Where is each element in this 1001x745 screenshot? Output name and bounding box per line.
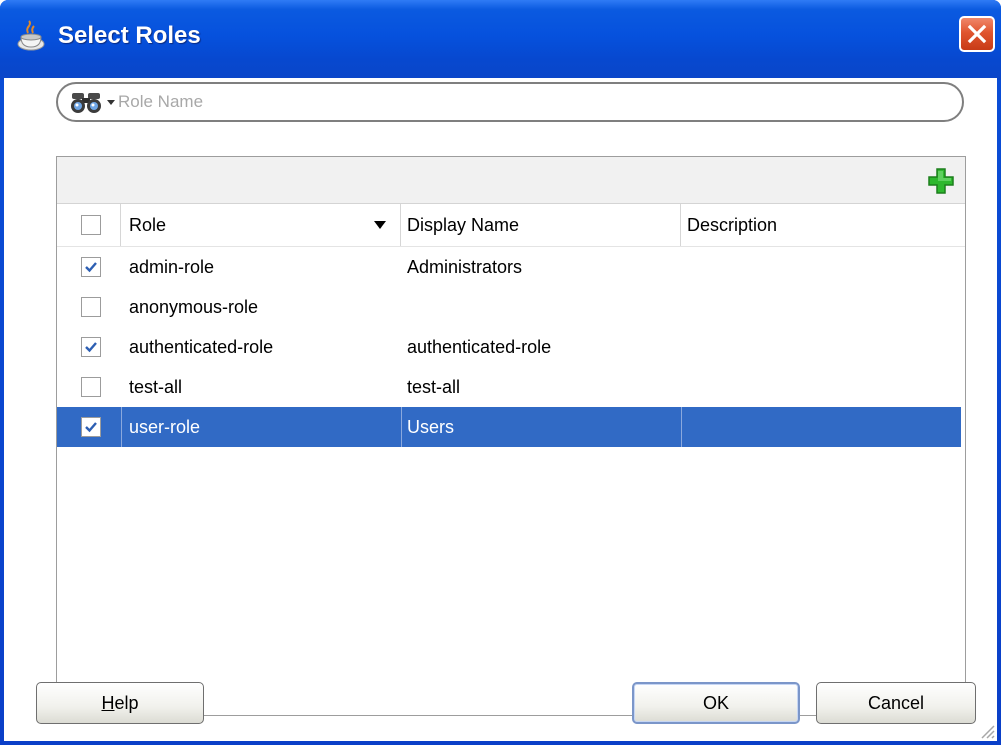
- dialog-title: Select Roles: [58, 22, 201, 49]
- row-checkbox[interactable]: [81, 257, 101, 277]
- close-icon: [967, 24, 987, 44]
- select-all-checkbox[interactable]: [81, 215, 101, 235]
- column-header-description[interactable]: Description: [681, 204, 965, 246]
- row-checkbox[interactable]: [81, 377, 101, 397]
- display-name-cell: authenticated-role: [407, 337, 552, 357]
- close-button[interactable]: [959, 16, 995, 52]
- column-header-role-label: Role: [129, 215, 167, 235]
- table-row[interactable]: user-role Users: [57, 407, 961, 447]
- row-checkbox[interactable]: [81, 297, 101, 317]
- cancel-button[interactable]: Cancel: [816, 682, 976, 724]
- role-cell: admin-role: [129, 257, 215, 277]
- binoculars-icon: [71, 93, 101, 113]
- description-cell: [687, 367, 961, 407]
- role-cell: test-all: [129, 377, 183, 397]
- search-options-button[interactable]: [70, 89, 116, 115]
- table-row[interactable]: authenticated-role authenticated-role: [57, 327, 961, 367]
- column-header-role[interactable]: Role: [121, 204, 401, 246]
- checkmark-icon: [85, 422, 97, 433]
- row-checkbox[interactable]: [81, 337, 101, 357]
- table-toolbar: [57, 157, 965, 204]
- table-row[interactable]: admin-role Administrators: [57, 247, 961, 287]
- role-cell: authenticated-role: [129, 337, 274, 357]
- description-cell: [687, 247, 961, 287]
- table-row[interactable]: anonymous-role: [57, 287, 961, 327]
- display-name-cell: Administrators: [407, 257, 523, 277]
- table-header: Role Display Name Description: [57, 204, 965, 247]
- column-header-description-label: Description: [687, 215, 778, 235]
- help-button[interactable]: Help: [36, 682, 204, 724]
- display-name-cell: [407, 287, 681, 327]
- description-cell: [687, 287, 961, 327]
- search-input[interactable]: [118, 88, 938, 116]
- description-cell: [687, 327, 961, 367]
- title-bar[interactable]: Select Roles: [0, 0, 1001, 80]
- display-name-cell: test-all: [407, 377, 461, 397]
- column-separator: [681, 407, 682, 447]
- display-name-cell: Users: [407, 417, 455, 437]
- cancel-button-label: Cancel: [867, 692, 925, 713]
- search-box: [56, 82, 964, 122]
- role-cell: anonymous-role: [129, 297, 259, 317]
- roles-table: Role Display Name Description admin-role…: [56, 156, 966, 716]
- sort-descending-icon: [374, 221, 386, 229]
- description-cell: [687, 407, 961, 447]
- column-separator: [121, 407, 122, 447]
- role-cell: user-role: [129, 417, 201, 437]
- checkmark-icon: [85, 262, 97, 273]
- help-button-label: Help: [101, 692, 139, 713]
- resize-grip-icon[interactable]: [975, 719, 995, 739]
- row-checkbox[interactable]: [81, 417, 101, 437]
- plus-icon[interactable]: [927, 167, 955, 195]
- chevron-down-icon: [107, 100, 115, 105]
- checkmark-icon: [85, 342, 97, 353]
- java-cup-icon: [17, 20, 45, 51]
- ok-button[interactable]: OK: [632, 682, 800, 724]
- dialog-window: Select Roles Role Name Role Display Name…: [0, 0, 1001, 745]
- dialog-content: Role Display Name Description admin-role…: [4, 78, 997, 741]
- table-row[interactable]: test-all test-all: [57, 367, 961, 407]
- column-header-display-name[interactable]: Display Name: [401, 204, 681, 246]
- column-header-display-name-label: Display Name: [407, 215, 520, 235]
- select-all-cell: [57, 204, 121, 246]
- column-separator: [401, 407, 402, 447]
- ok-button-label: OK: [702, 692, 729, 713]
